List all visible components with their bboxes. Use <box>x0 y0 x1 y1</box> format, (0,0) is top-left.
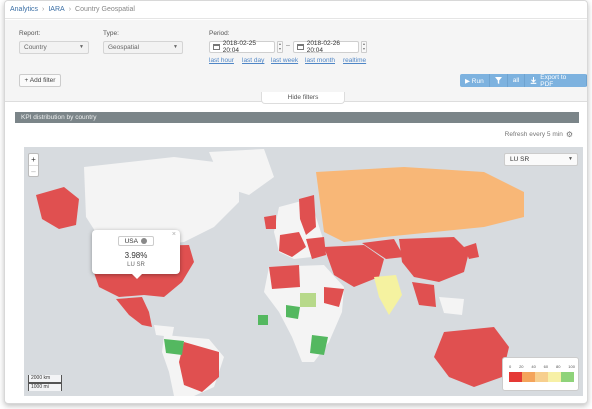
export-pdf-button[interactable]: Export to PDF <box>525 74 587 87</box>
legend-tick: 100 <box>568 364 575 369</box>
country-colombia[interactable] <box>164 339 184 355</box>
breadcrumb-current: Country Geospatial <box>75 6 135 13</box>
legend-ticks: 0 20 40 60 80 100 <box>509 364 575 369</box>
app-window: Analytics › IARA › Country Geospatial Re… <box>4 0 588 404</box>
gear-icon[interactable]: ⚙ <box>566 130 573 139</box>
refresh-label: Refresh every 5 min <box>504 131 563 138</box>
hide-filters-button[interactable]: Hide filters <box>261 92 345 104</box>
legend-tick: 60 <box>543 364 549 369</box>
legend-tick: 20 <box>519 364 524 369</box>
country-uk[interactable] <box>264 215 276 229</box>
country-west-africa[interactable] <box>258 315 268 325</box>
world-map[interactable]: + – LU SR ▼ × USA 3.98% LU SR 0 20 40 60… <box>24 147 583 396</box>
country-chad[interactable] <box>300 293 316 307</box>
period-label: Period: <box>209 30 230 37</box>
report-label: Report: <box>19 30 41 37</box>
map-legend: 0 20 40 60 80 100 <box>502 357 579 391</box>
breadcrumb-iara[interactable]: IARA <box>48 6 64 13</box>
period-to-value: 2018-02-26 20:04 <box>306 40 340 54</box>
action-toolbar: ▶ Run all Export to PDF <box>460 74 587 87</box>
calendar-icon <box>213 44 220 50</box>
report-select-value: Country <box>24 44 47 51</box>
legend-swatch <box>548 372 561 382</box>
info-icon <box>141 238 148 245</box>
refresh-control[interactable]: Refresh every 5 min ⚙ <box>505 130 573 139</box>
kpi-select[interactable]: LU SR ▼ <box>504 153 578 166</box>
quick-last-month[interactable]: last month <box>305 57 335 64</box>
quick-last-hour[interactable]: last hour <box>209 57 234 64</box>
report-select[interactable]: Country ▼ <box>19 41 89 54</box>
period-from-value: 2018-02-25 20:04 <box>222 40 256 54</box>
type-select[interactable]: Geospatial ▼ <box>103 41 183 54</box>
close-icon[interactable]: × <box>172 231 176 238</box>
type-label: Type: <box>103 30 119 37</box>
legend-swatch <box>561 372 574 382</box>
caret-down-icon: ▼ <box>173 44 178 50</box>
quick-last-day[interactable]: last day <box>242 57 264 64</box>
chevron-right-icon: › <box>42 6 45 13</box>
zoom-in-button[interactable]: + <box>29 154 38 165</box>
chevron-right-icon: › <box>68 6 72 13</box>
map-scale: 2000 km 1000 mi <box>28 375 62 391</box>
download-icon <box>530 77 537 84</box>
legend-swatch <box>522 372 535 382</box>
period-to-input[interactable]: 2018-02-26 20:04 <box>293 40 359 54</box>
legend-swatches <box>509 372 574 382</box>
period-from-input[interactable]: 2018-02-25 20:04 <box>209 40 275 54</box>
popup-country-select[interactable]: USA <box>118 236 154 246</box>
country-north-africa[interactable] <box>269 265 300 289</box>
popup-country-label: USA <box>124 238 138 245</box>
legend-swatch <box>509 372 522 382</box>
section-header: KPI distribution by country <box>15 112 579 123</box>
legend-swatch <box>535 372 548 382</box>
popup-kpi: LU SR <box>127 262 145 268</box>
breadcrumb: Analytics › IARA › Country Geospatial <box>5 1 587 19</box>
legend-tick: 80 <box>555 364 561 369</box>
period-from-spinner[interactable]: ▲ ▼ <box>277 41 283 53</box>
filter-panel: Report: Country ▼ Type: Geospatial ▼ Per… <box>5 20 587 102</box>
all-button[interactable]: all <box>507 74 526 87</box>
kpi-select-value: LU SR <box>510 156 530 163</box>
quick-last-week[interactable]: last week <box>271 57 298 64</box>
zoom-control: + – <box>28 153 39 177</box>
export-pdf-label: Export to PDF <box>540 74 567 87</box>
add-filter-button[interactable]: + Add filter <box>19 74 61 87</box>
calendar-icon <box>297 44 304 50</box>
run-button[interactable]: ▶ Run <box>460 74 490 87</box>
caret-down-icon: ▼ <box>568 156 573 162</box>
popup-value: 3.98% <box>124 251 148 260</box>
legend-tick: 40 <box>531 364 536 369</box>
country-popup: × USA 3.98% LU SR <box>92 230 180 279</box>
scale-mi: 1000 mi <box>28 383 62 391</box>
period-separator: – <box>286 42 290 49</box>
quick-realtime[interactable]: realtime <box>343 57 366 64</box>
caret-down-icon: ▼ <box>79 44 84 50</box>
type-select-value: Geospatial <box>108 44 140 51</box>
scale-km: 2000 km <box>28 375 62 383</box>
filter-icon <box>494 77 502 84</box>
period-to-spinner[interactable]: ▲ ▼ <box>361 41 367 53</box>
breadcrumb-analytics[interactable]: Analytics <box>10 6 38 13</box>
country-nigeria[interactable] <box>286 305 300 319</box>
legend-tick: 0 <box>509 364 512 369</box>
filter-button[interactable] <box>489 74 508 87</box>
zoom-out-button[interactable]: – <box>29 165 38 176</box>
